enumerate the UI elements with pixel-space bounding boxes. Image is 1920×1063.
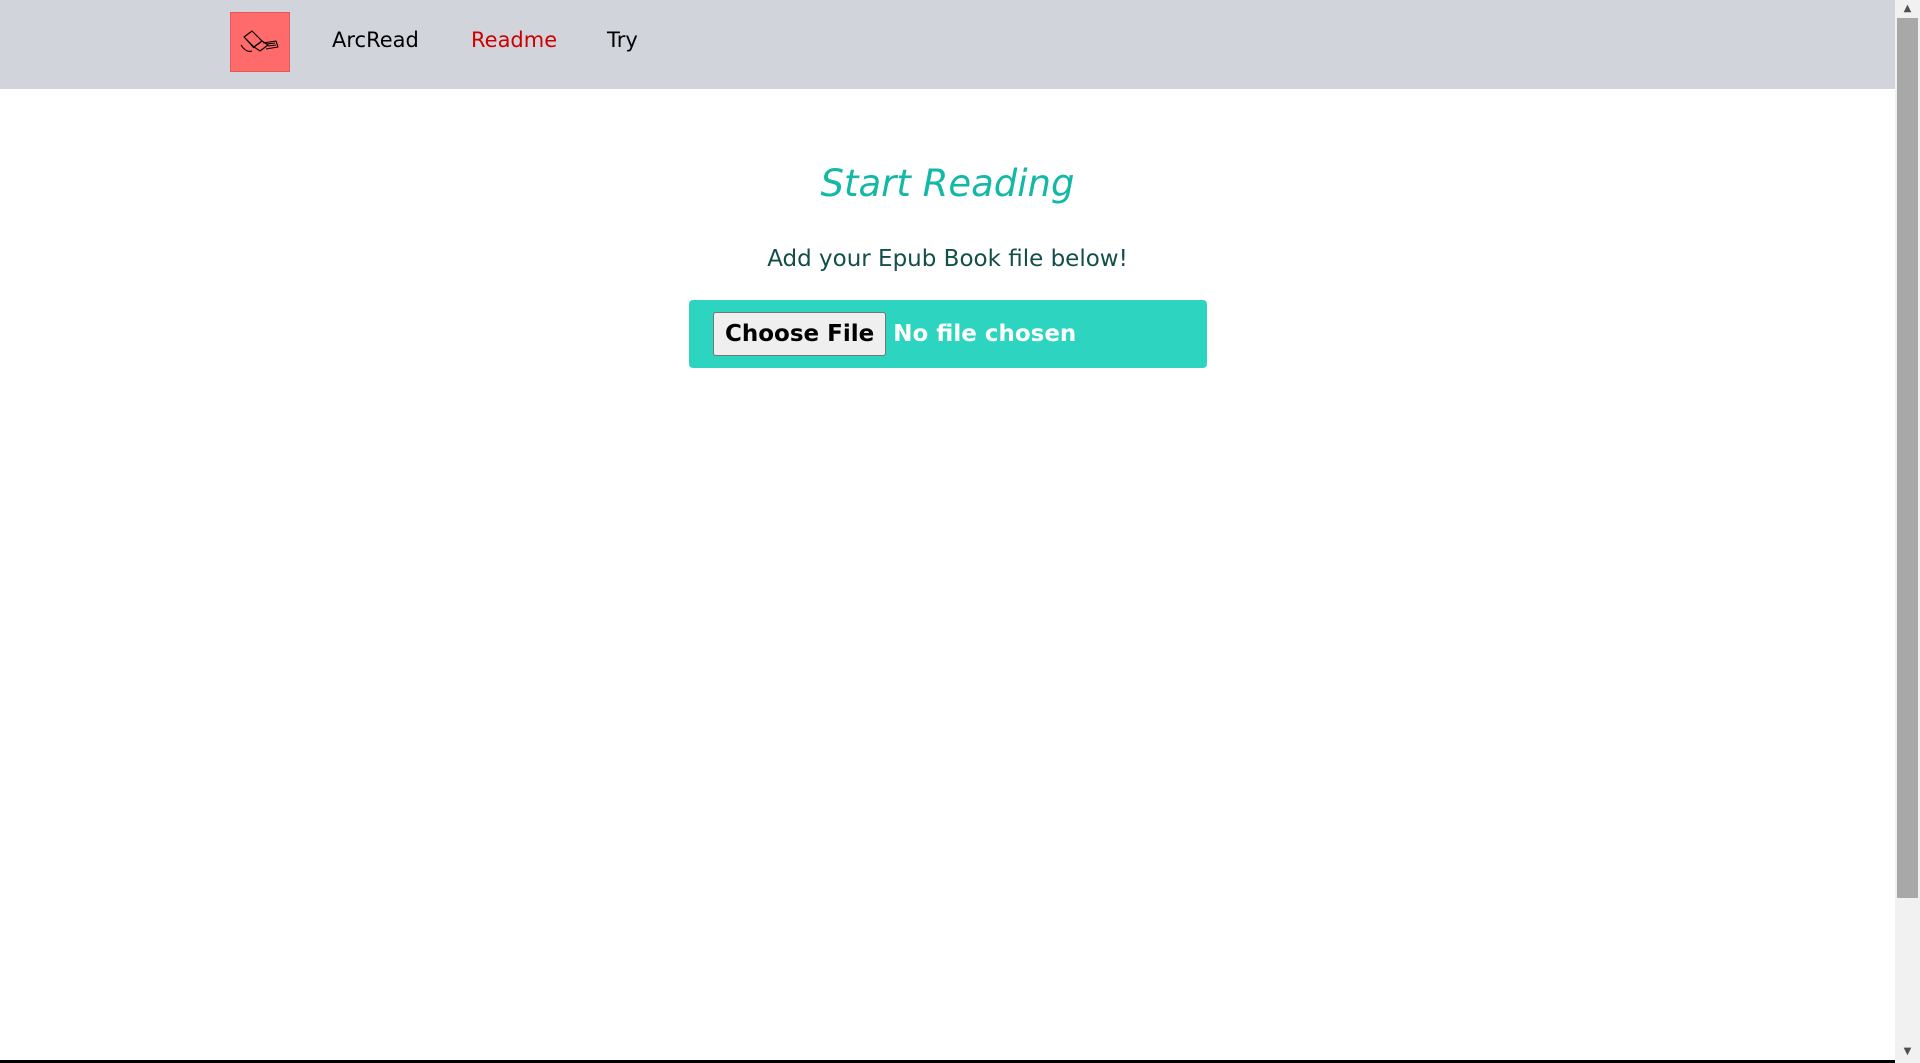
- scrollbar-thumb[interactable]: [1897, 18, 1918, 898]
- nav-link-arcread[interactable]: ArcRead: [332, 26, 419, 54]
- page: ArcRead Readme Try Start Reading Add you…: [0, 0, 1920, 1063]
- page-title: Start Reading: [820, 162, 1075, 205]
- nav-link-readme[interactable]: Readme: [471, 26, 557, 54]
- page-subtitle: Add your Epub Book file below!: [767, 246, 1128, 272]
- navbar: ArcRead Readme Try: [0, 0, 1895, 89]
- book-reading-icon: [240, 30, 279, 52]
- scroll-up-arrow-icon[interactable]: ▲: [1895, 0, 1920, 18]
- scroll-down-arrow-icon[interactable]: ▼: [1895, 1043, 1920, 1061]
- choose-file-button[interactable]: Choose File: [713, 312, 887, 356]
- file-upload-box[interactable]: Choose File No file chosen: [689, 300, 1207, 368]
- file-status-text: No file chosen: [893, 321, 1077, 347]
- nav-link-try[interactable]: Try: [607, 26, 638, 54]
- logo[interactable]: [230, 12, 290, 72]
